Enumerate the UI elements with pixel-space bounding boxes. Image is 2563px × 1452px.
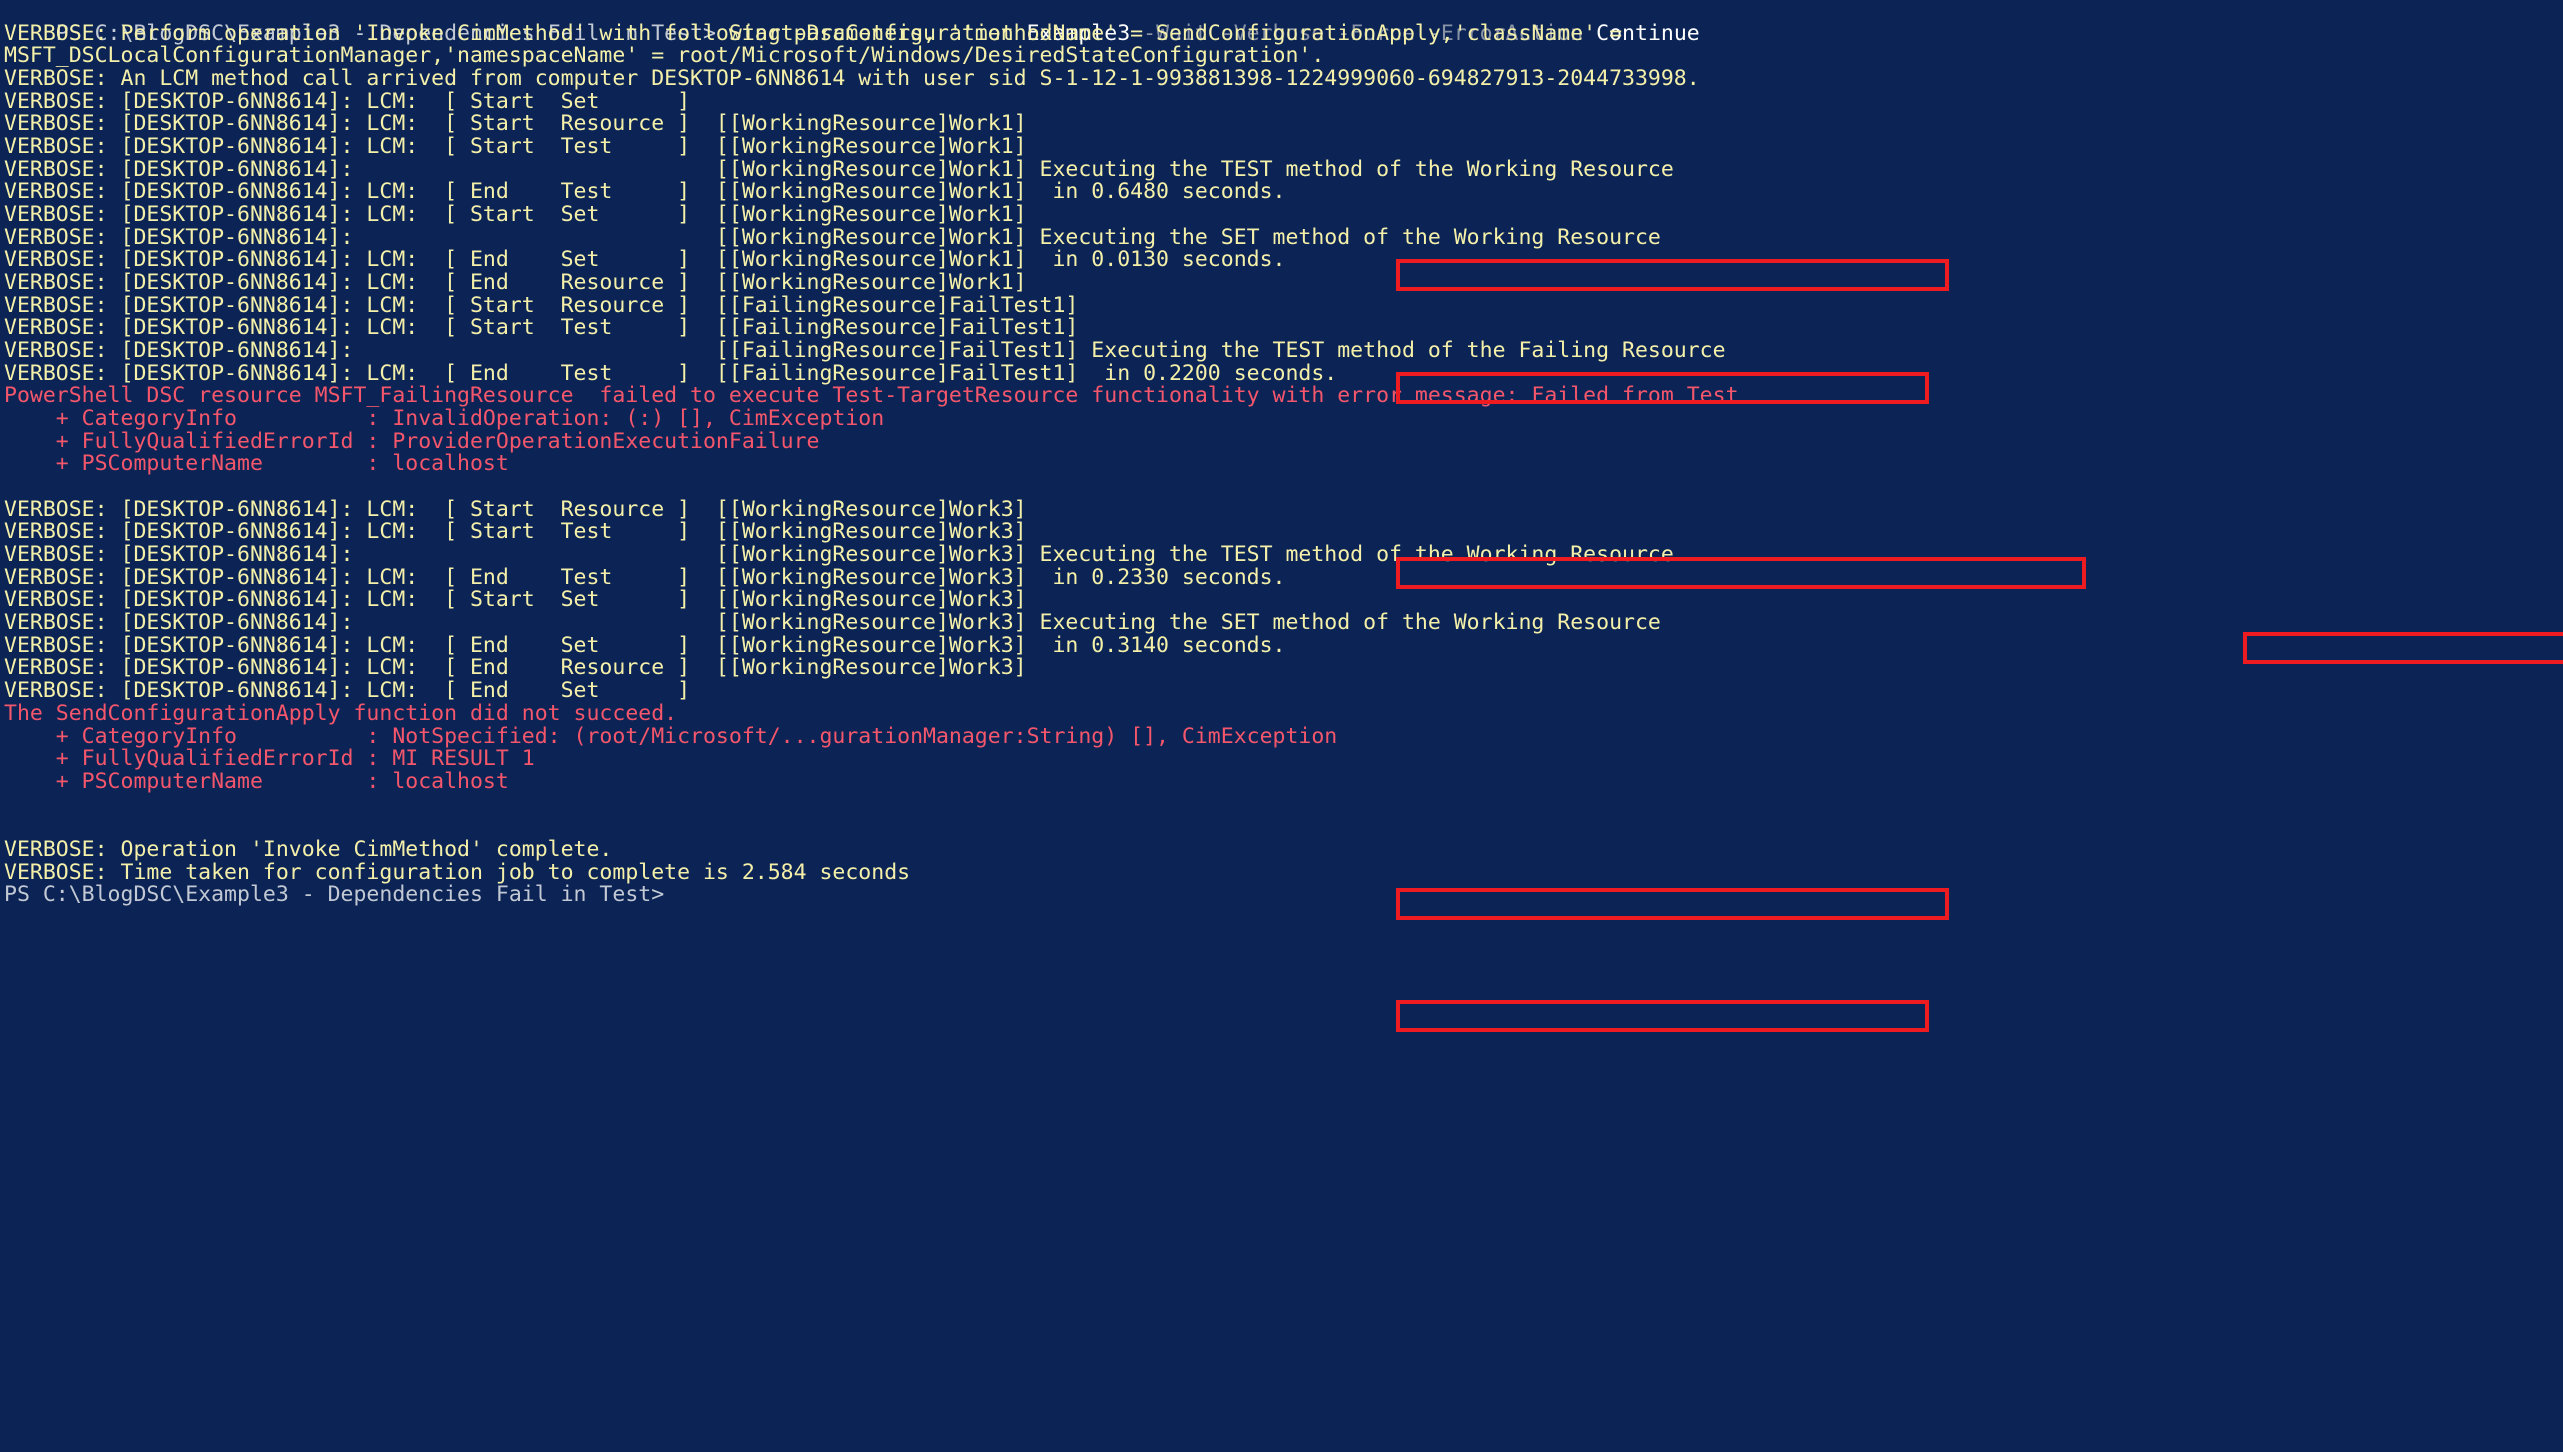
console-line-error: + PSComputerName : localhost xyxy=(4,451,509,477)
console-line-error: + FullyQualifiedErrorId : MI RESULT 1 xyxy=(4,746,535,772)
console-line-final-prompt: PS C:\BlogDSC\Example3 - Dependencies Fa… xyxy=(4,882,665,908)
console-line-verbose: VERBOSE: [DESKTOP-6NN8614]: [[FailingRes… xyxy=(4,338,1726,364)
console-line-verbose: VERBOSE: [DESKTOP-6NN8614]: LCM: [ End T… xyxy=(4,179,1286,205)
console-line-verbose: VERBOSE: [DESKTOP-6NN8614]: LCM: [ End T… xyxy=(4,360,1338,386)
console-line-error: + PSComputerName : localhost xyxy=(4,768,509,794)
console-line-verbose: VERBOSE: [DESKTOP-6NN8614]: LCM: [ Start… xyxy=(4,88,691,114)
console-line-error: + CategoryInfo : InvalidOperation: (:) [… xyxy=(4,406,885,432)
powershell-console[interactable]: PS C:\BlogDSC\Example3 - Dependencies Fa… xyxy=(0,0,2563,1452)
console-line-verbose: VERBOSE: [DESKTOP-6NN8614]: LCM: [ Start… xyxy=(4,519,1027,545)
console-line-verbose: VERBOSE: [DESKTOP-6NN8614]: LCM: [ End R… xyxy=(4,270,1027,296)
console-line-error: PowerShell DSC resource MSFT_FailingReso… xyxy=(4,383,1739,409)
console-line-verbose: VERBOSE: [DESKTOP-6NN8614]: [[WorkingRes… xyxy=(4,610,1661,636)
annotation-box-set-method-work3 xyxy=(1396,1000,1929,1032)
console-line-verbose: VERBOSE: [DESKTOP-6NN8614]: LCM: [ Start… xyxy=(4,111,1027,137)
console-line-verbose: VERBOSE: [DESKTOP-6NN8614]: [[WorkingRes… xyxy=(4,224,1661,250)
console-line-verbose: VERBOSE: [DESKTOP-6NN8614]: LCM: [ End R… xyxy=(4,655,1027,681)
console-line-verbose: VERBOSE: [DESKTOP-6NN8614]: [[WorkingRes… xyxy=(4,156,1674,182)
console-line-verbose: VERBOSE: An LCM method call arrived from… xyxy=(4,66,1700,92)
console-line-verbose: VERBOSE: [DESKTOP-6NN8614]: [[WorkingRes… xyxy=(4,542,1674,568)
console-line-error: The SendConfigurationApply function did … xyxy=(4,700,678,726)
console-line-verbose: VERBOSE: [DESKTOP-6NN8614]: LCM: [ End S… xyxy=(4,247,1286,273)
console-line-error: + FullyQualifiedErrorId : ProviderOperat… xyxy=(4,428,820,454)
console-line-verbose: VERBOSE: [DESKTOP-6NN8614]: LCM: [ End T… xyxy=(4,564,1286,590)
console-line-verbose: VERBOSE: [DESKTOP-6NN8614]: LCM: [ Start… xyxy=(4,202,1027,228)
console-line-verbose: VERBOSE: [DESKTOP-6NN8614]: LCM: [ Start… xyxy=(4,315,1079,341)
console-line-verbose: MSFT_DSCLocalConfigurationManager,'names… xyxy=(4,43,1325,69)
console-line-command: PS C:\BlogDSC\Example3 - Dependencies Fa… xyxy=(0,0,2563,45)
console-line-verbose: VERBOSE: [DESKTOP-6NN8614]: LCM: [ Start… xyxy=(4,134,1027,160)
console-line-error: + CategoryInfo : NotSpecified: (root/Mic… xyxy=(4,723,1338,749)
console-line-verbose: VERBOSE: [DESKTOP-6NN8614]: LCM: [ Start… xyxy=(4,292,1079,318)
console-line-verbose: VERBOSE: [DESKTOP-6NN8614]: LCM: [ End S… xyxy=(4,632,1286,658)
console-line-verbose: VERBOSE: Time taken for configuration jo… xyxy=(4,859,911,885)
console-line-verbose: VERBOSE: [DESKTOP-6NN8614]: LCM: [ Start… xyxy=(4,587,1027,613)
console-line-verbose: VERBOSE: [DESKTOP-6NN8614]: LCM: [ End S… xyxy=(4,678,691,704)
console-line-verbose: VERBOSE: [DESKTOP-6NN8614]: LCM: [ Start… xyxy=(4,496,1027,522)
console-line-verbose: VERBOSE: Perform operation 'Invoke CimMe… xyxy=(4,20,1623,46)
console-line-verbose: VERBOSE: Operation 'Invoke CimMethod' co… xyxy=(4,836,613,862)
